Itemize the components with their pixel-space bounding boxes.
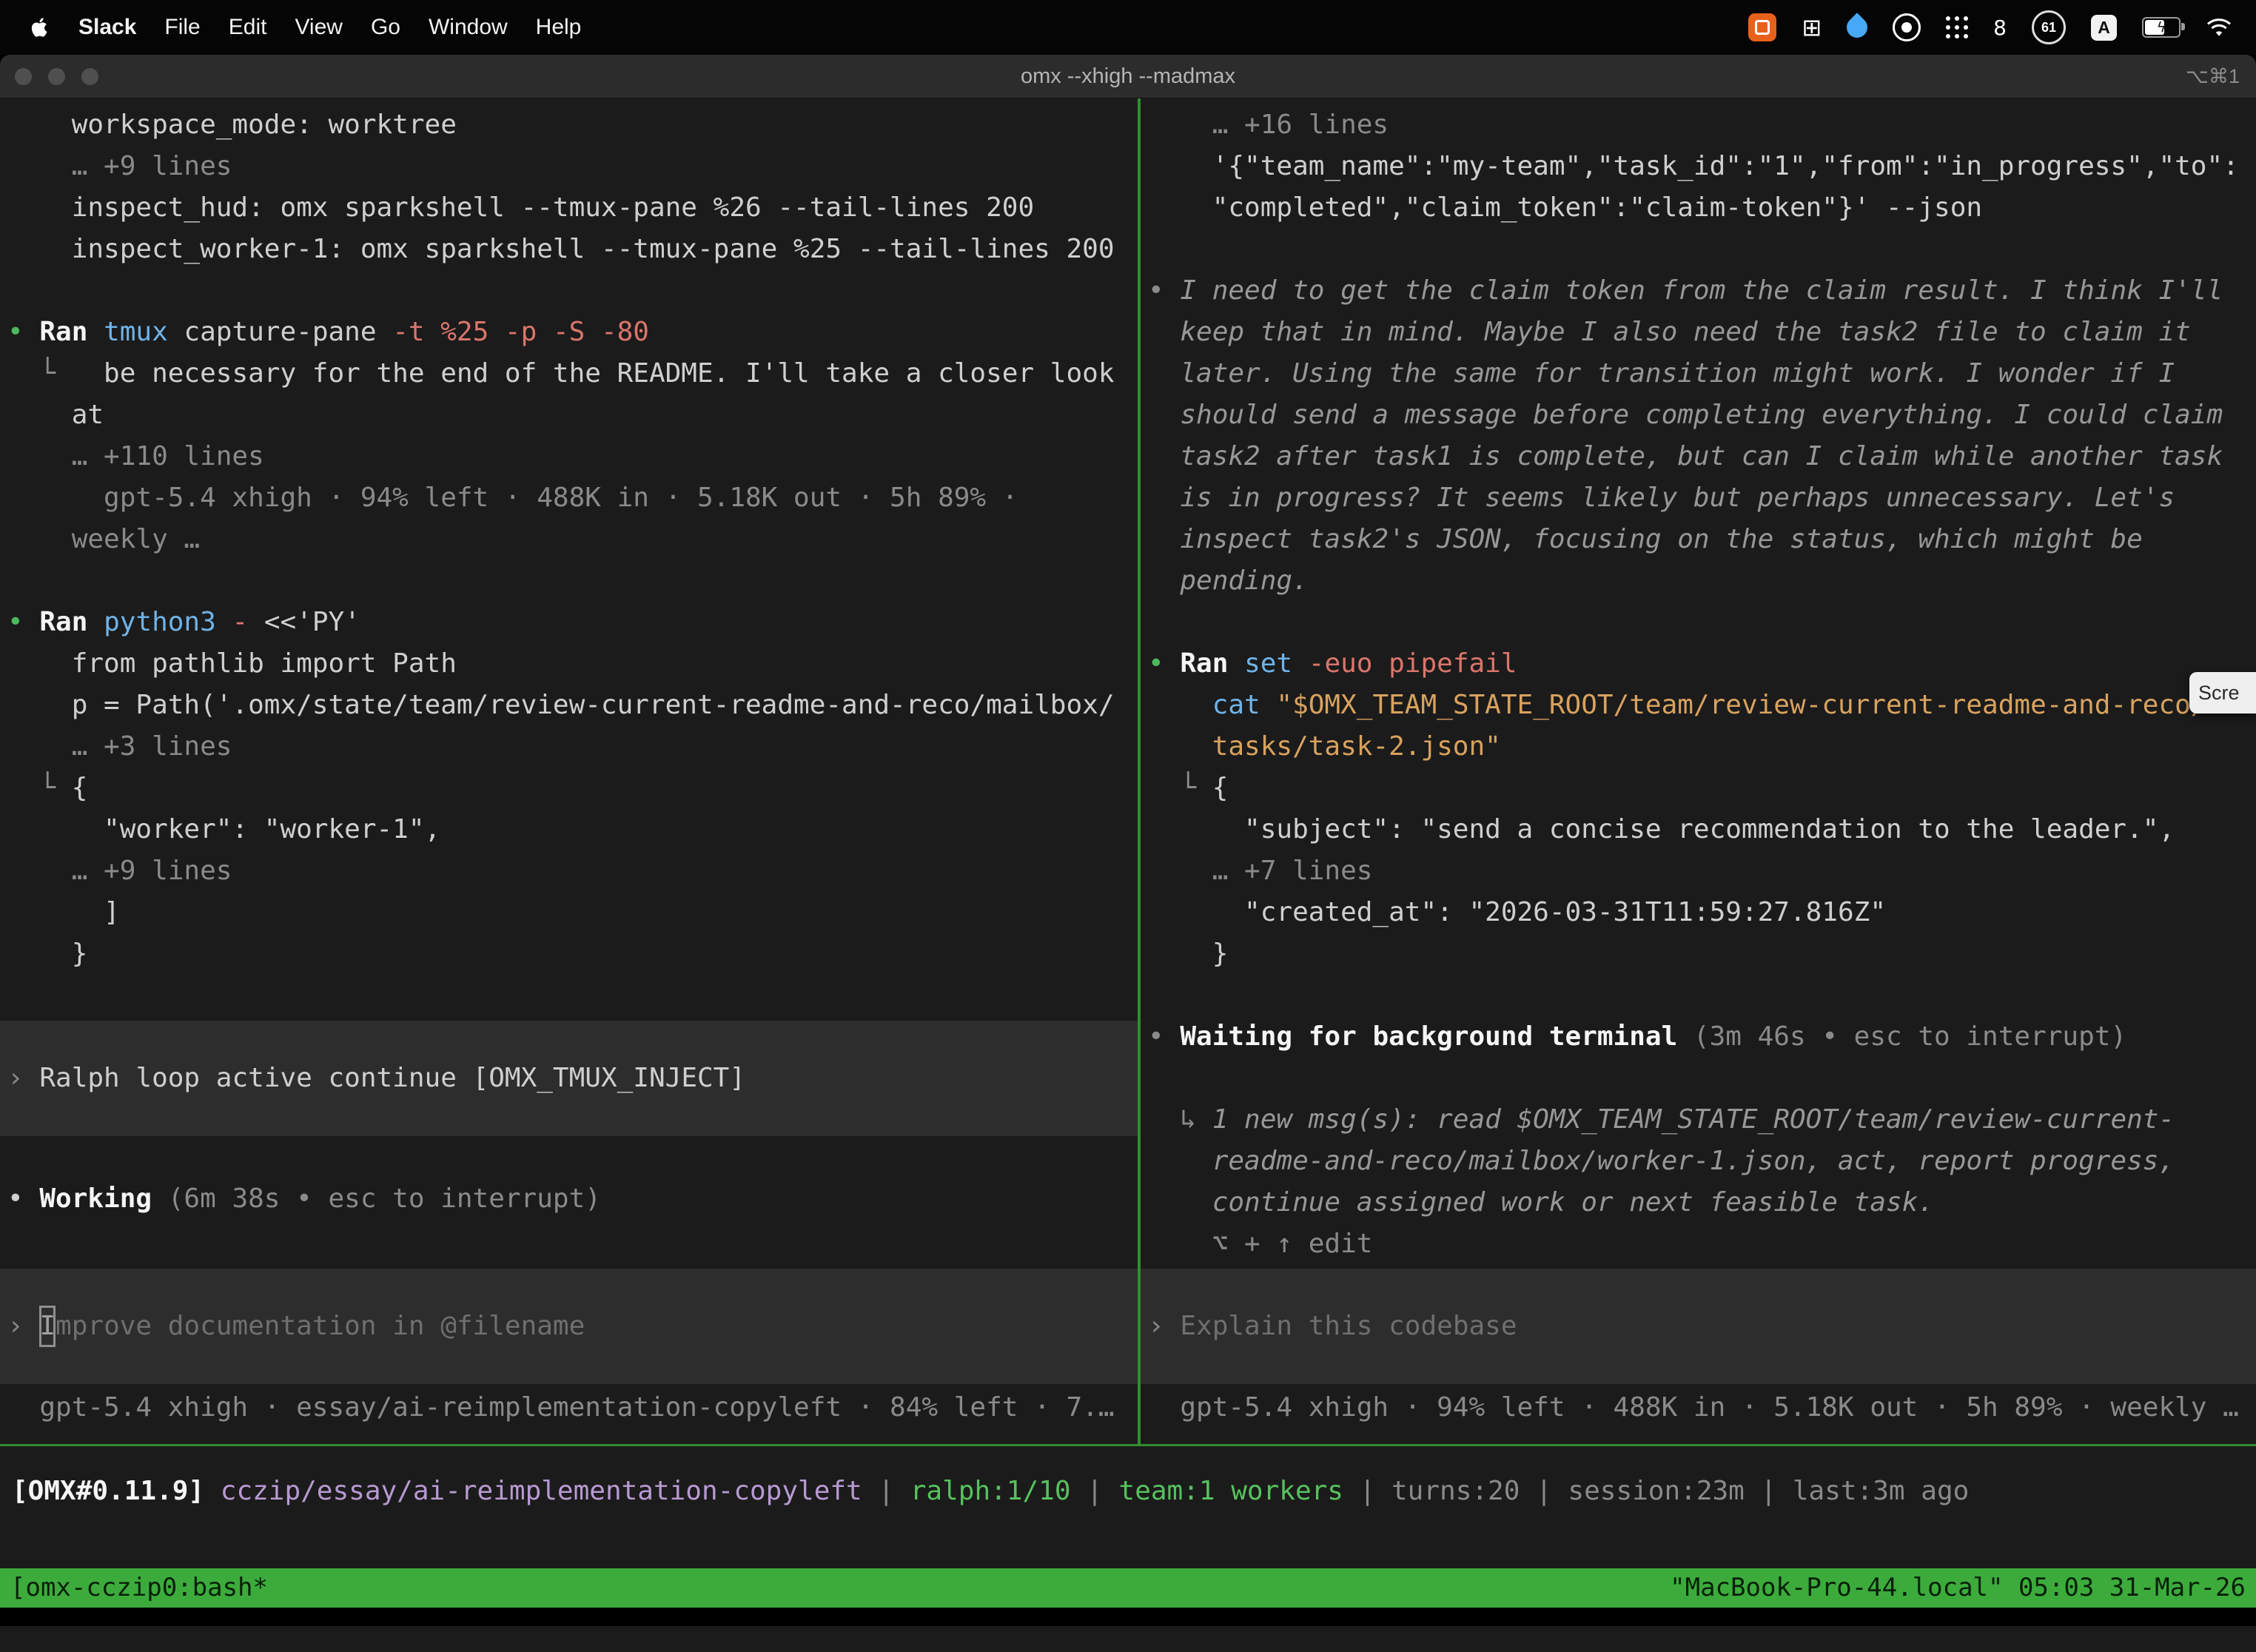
command-ran-python: • Ran python3 - <<'PY' bbox=[7, 602, 1130, 643]
ralph-loop-bar: › Ralph loop active continue [OMX_TMUX_I… bbox=[0, 1021, 1138, 1136]
battery-charging-icon[interactable]: ϟ bbox=[2142, 17, 2181, 38]
terminal-line: … +9 lines bbox=[7, 146, 1130, 187]
terminal-line bbox=[1148, 602, 2249, 643]
terminal-line: "created_at": "2026-03-31T11:59:27.816Z" bbox=[1148, 892, 2249, 933]
terminal-line: later. Using the same for transition mig… bbox=[1148, 353, 2249, 394]
command-ran-set: • Ran set -euo pipefail bbox=[1148, 643, 2249, 685]
terminal-line: … +9 lines bbox=[7, 850, 1130, 892]
terminal-line: inspect_worker-1: omx sparkshell --tmux-… bbox=[7, 229, 1130, 270]
terminal-line: … +16 lines bbox=[1148, 104, 2249, 146]
left-pane: workspace_mode: worktree … +9 lines insp… bbox=[0, 98, 1138, 1444]
terminal-line bbox=[7, 560, 1130, 602]
working-status: • Working (6m 38s • esc to interrupt) bbox=[7, 1178, 1130, 1220]
menu-item-edit[interactable]: Edit bbox=[229, 15, 267, 40]
battery-percentage-badge[interactable]: 61 bbox=[2032, 10, 2066, 44]
menu-item-file[interactable]: File bbox=[164, 15, 200, 40]
terminal-line: from pathlib import Path bbox=[7, 643, 1130, 685]
battery-nub bbox=[2181, 23, 2185, 30]
charging-bolt-icon: ϟ bbox=[2143, 19, 2179, 36]
terminal-line: … +3 lines bbox=[7, 726, 1130, 768]
terminal-line: tasks/task-2.json" bbox=[1148, 726, 2249, 768]
screen: Slack File Edit View Go Window Help ⊞ 8 61 A ϟ… bbox=[0, 0, 2256, 1652]
thinking-text: • I need to get the claim token from the… bbox=[1148, 270, 2249, 312]
spacer bbox=[7, 1136, 1130, 1178]
input-source-icon[interactable]: A bbox=[2091, 15, 2117, 41]
menubar-status-icons: ⊞ 8 61 A ϟ bbox=[1748, 10, 2256, 44]
terminal-line: weekly … bbox=[7, 519, 1130, 560]
edit-hint: ⌥ + ↑ edit bbox=[1148, 1223, 2249, 1265]
pane-status-right: gpt-5.4 xhigh · 94% left · 488K in · 5.1… bbox=[1148, 1387, 2249, 1428]
omx-hud: [OMX#0.11.9] cczip/essay/ai-reimplementa… bbox=[0, 1446, 2256, 1568]
terminal-line: is in progress? It seems likely but perh… bbox=[1148, 477, 2249, 519]
terminal-line: '{"team_name":"my-team","task_id":"1","f… bbox=[1148, 146, 2249, 187]
terminal-line: inspect_hud: omx sparkshell --tmux-pane … bbox=[7, 187, 1130, 229]
terminal-line: cat "$OMX_TEAM_STATE_ROOT/team/review-cu… bbox=[1148, 685, 2249, 726]
menu-bar-left: Slack File Edit View Go Window Help bbox=[0, 15, 581, 40]
screen-recording-indicator[interactable] bbox=[1748, 13, 1776, 41]
terminal-line: } bbox=[1148, 933, 2249, 975]
wifi-icon[interactable] bbox=[2206, 18, 2232, 38]
terminal-line: keep that in mind. Maybe I also need the… bbox=[1148, 312, 2249, 353]
terminal-line: └ { bbox=[7, 768, 1130, 809]
tmux-panes: workspace_mode: worktree … +9 lines insp… bbox=[0, 98, 2256, 1444]
terminal-line: "worker": "worker-1", bbox=[7, 809, 1130, 850]
terminal-line: task2 after task1 is complete, but can I… bbox=[1148, 436, 2249, 477]
waiting-status: • Waiting for background terminal (3m 46… bbox=[1148, 1016, 2249, 1058]
macos-menu-bar: Slack File Edit View Go Window Help ⊞ 8 61 A ϟ bbox=[0, 0, 2256, 55]
tmux-session-label: [omx-cczip0:bash* bbox=[10, 1568, 268, 1608]
recording-inner-frame bbox=[1755, 20, 1770, 35]
terminal-line bbox=[1148, 229, 2249, 270]
terminal-line bbox=[7, 270, 1130, 312]
terminal-line: p = Path('.omx/state/team/review-current… bbox=[7, 685, 1130, 726]
menu-items: Slack File Edit View Go Window Help bbox=[78, 15, 581, 40]
screen-notification-overlay[interactable]: Scre bbox=[2189, 672, 2256, 713]
prompt-input-left[interactable]: › Improve documentation in @filename bbox=[0, 1269, 1138, 1384]
prompt-input-right[interactable]: › Explain this codebase bbox=[1141, 1269, 2256, 1384]
terminal-line bbox=[1148, 975, 2249, 1016]
tmux-status-bar: [omx-cczip0:bash* "MacBook-Pro-44.local"… bbox=[0, 1568, 2256, 1608]
terminal-line: └ be necessary for the end of the README… bbox=[7, 353, 1130, 394]
terminal-line: pending. bbox=[1148, 560, 2249, 602]
menu-item-go[interactable]: Go bbox=[371, 15, 400, 40]
terminal-content: workspace_mode: worktree … +9 lines insp… bbox=[0, 98, 2256, 1652]
terminal-line: └ { bbox=[1148, 768, 2249, 809]
menu-item-view[interactable]: View bbox=[295, 15, 342, 40]
drop-icon[interactable] bbox=[1842, 13, 1872, 42]
terminal-line: "subject": "send a concise recommendatio… bbox=[1148, 809, 2249, 850]
omx-hud-status: [OMX#0.11.9] cczip/essay/ai-reimplementa… bbox=[12, 1471, 2249, 1512]
menu-item-slack[interactable]: Slack bbox=[78, 15, 136, 40]
terminal-line: gpt-5.4 xhigh · 94% left · 488K in · 5.1… bbox=[7, 477, 1130, 519]
figure-eight-icon[interactable]: 8 bbox=[1993, 16, 2007, 40]
bottom-gap bbox=[0, 1608, 2256, 1626]
menu-item-help[interactable]: Help bbox=[536, 15, 582, 40]
spacer bbox=[7, 975, 1130, 1021]
pane-status-left: gpt-5.4 xhigh · essay/ai-reimplementatio… bbox=[7, 1387, 1130, 1428]
window-title: omx --xhigh --madmax bbox=[0, 64, 2256, 89]
terminal-line: ] bbox=[7, 892, 1130, 933]
mailbox-notification: ↳ 1 new msg(s): read $OMX_TEAM_STATE_ROO… bbox=[1148, 1099, 2249, 1141]
menu-item-window[interactable]: Window bbox=[429, 15, 508, 40]
terminal-line: continue assigned work or next feasible … bbox=[1148, 1182, 2249, 1223]
terminal-line: workspace_mode: worktree bbox=[7, 104, 1130, 146]
terminal-line: … +110 lines bbox=[7, 436, 1130, 477]
terminal-line: should send a message before completing … bbox=[1148, 394, 2249, 436]
right-pane: … +16 lines '{"team_name":"my-team","tas… bbox=[1141, 98, 2256, 1444]
dot-grid-icon[interactable] bbox=[1946, 16, 1968, 38]
command-ran-tmux: • Ran tmux capture-pane -t %25 -p -S -80 bbox=[7, 312, 1130, 353]
terminal-line: inspect task2's JSON, focusing on the st… bbox=[1148, 519, 2249, 560]
disc-icon[interactable] bbox=[1893, 13, 1921, 41]
window-shortcut-hint: ⌥⌘1 bbox=[2186, 65, 2240, 88]
apple-menu-icon[interactable] bbox=[31, 16, 50, 39]
terminal-window: omx --xhigh --madmax ⌥⌘1 workspace_mode:… bbox=[0, 55, 2256, 1652]
terminal-line: "completed","claim_token":"claim-token"}… bbox=[1148, 187, 2249, 229]
terminal-line: … +7 lines bbox=[1148, 850, 2249, 892]
window-grid-icon[interactable]: ⊞ bbox=[1802, 13, 1822, 41]
terminal-line bbox=[1148, 1058, 2249, 1099]
window-title-bar[interactable]: omx --xhigh --madmax ⌥⌘1 bbox=[0, 55, 2256, 98]
terminal-line: } bbox=[7, 933, 1130, 975]
tmux-host-clock: "MacBook-Pro-44.local" 05:03 31-Mar-26 bbox=[1670, 1568, 2246, 1608]
terminal-line: readme-and-reco/mailbox/worker-1.json, a… bbox=[1148, 1141, 2249, 1182]
spacer bbox=[7, 1220, 1130, 1269]
terminal-line: at bbox=[7, 394, 1130, 436]
